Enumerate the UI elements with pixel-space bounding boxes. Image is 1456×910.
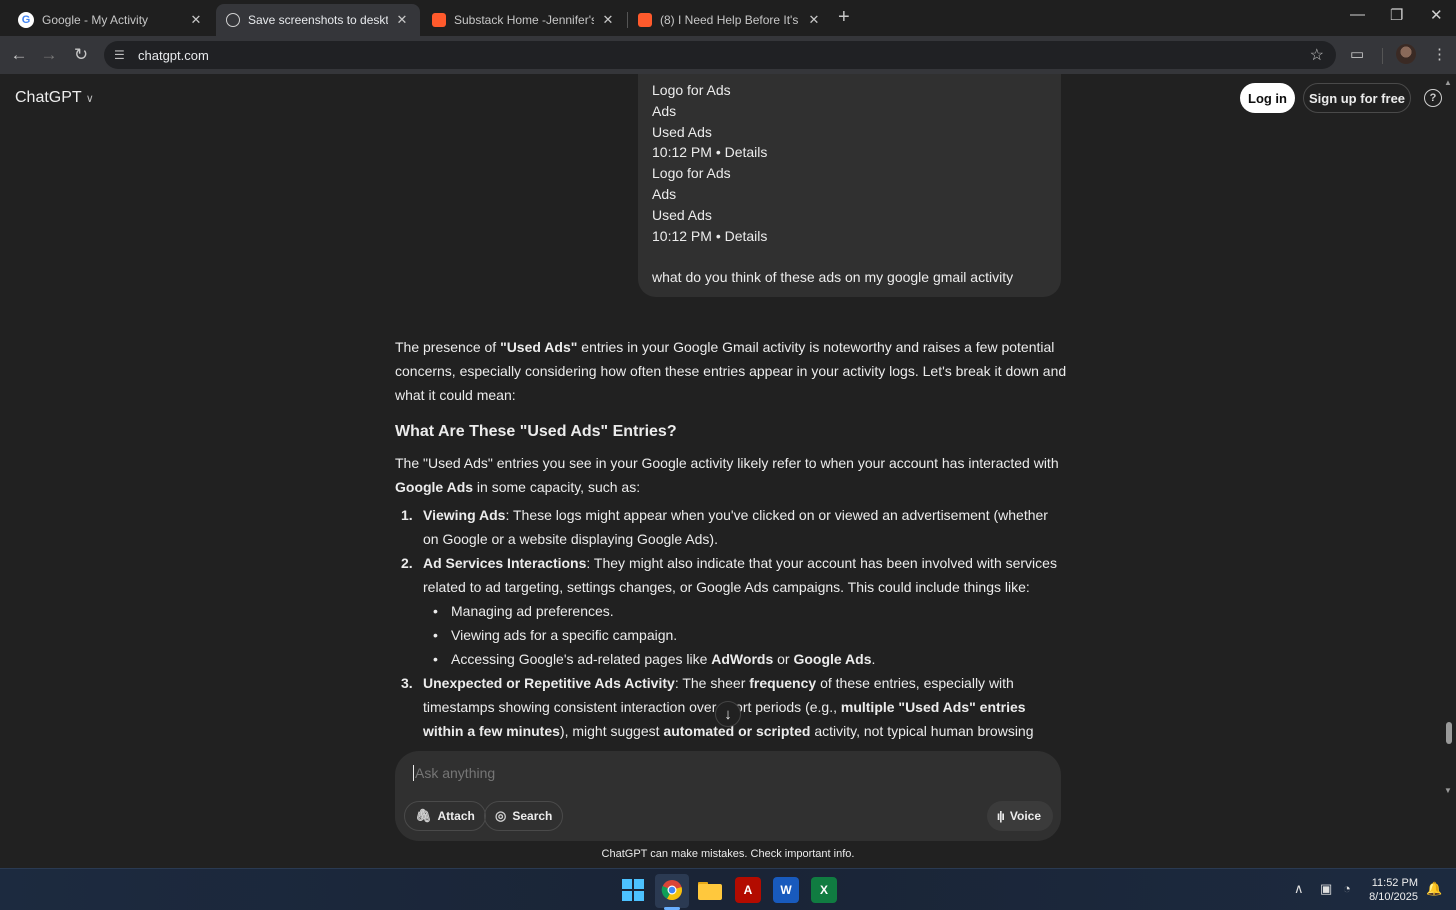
bookmark-star-icon[interactable]: ☆ [1310,45,1324,65]
google-g-icon: G [18,12,34,28]
message-line: Ads [652,102,677,119]
network-icon[interactable]: ▣ [1320,881,1332,897]
profile-avatar[interactable] [1396,44,1416,64]
globe-icon: ◎ [495,808,507,823]
list-item: 1. Viewing Ads: These logs might appear … [401,507,1048,547]
brand-name: ChatGPT [15,89,82,106]
close-tab-icon[interactable]: ✕ [188,12,204,28]
message-line: Used Ads [652,206,712,223]
search-label: Search [512,809,553,823]
bullet-item: Viewing ads for a specific campaign. [423,623,1067,647]
show-hidden-icons-chevron-icon[interactable]: ∧ [1294,881,1304,897]
maximize-icon[interactable]: ❐ [1390,6,1403,24]
help-icon[interactable]: ? [1424,89,1442,107]
model-selector[interactable]: ChatGPT ∨ [15,89,94,107]
file-explorer-icon[interactable] [697,877,723,903]
tab-save-screenshots[interactable]: Save screenshots to desktop ✕ [216,4,420,36]
scroll-up-icon[interactable]: ▲ [1444,78,1452,87]
list-item: 2. Ad Services Interactions: They might … [395,551,1067,671]
notification-bell-icon[interactable]: 🔔 [1426,881,1442,897]
attach-button[interactable]: 🖇 Attach [404,801,486,831]
browser-tab-bar: G Google - My Activity ✕ Save screenshot… [0,0,1456,36]
answer-heading: What Are These "Used Ads" Entries? [395,423,677,440]
address-bar[interactable]: ☰ chatgpt.com ☆ [104,41,1336,69]
disclaimer: ChatGPT can make mistakes. Check importa… [601,848,855,860]
toolbar-divider [1382,48,1383,64]
word-icon[interactable]: W [773,877,799,903]
search-tabs-icon[interactable]: ▭ [1350,45,1364,63]
paperclip-icon: 🖇 [415,808,432,823]
new-tab-button[interactable]: + [838,6,850,29]
windows-taskbar: A W X ∧ ▣ ◔ 11:52 PM 8/10/2025 🔔 [0,868,1456,910]
volume-icon[interactable]: ◔ [1343,881,1351,896]
composer: 🖇 Attach ◎ Search ı|ı Voice [395,751,1061,841]
back-arrow-icon[interactable]: ← [8,44,30,66]
answer-paragraph: The "Used Ads" entries you see in your G… [395,455,1059,495]
scroll-down-arrow-icon[interactable]: ↓ [715,701,741,727]
window-close-icon[interactable]: ✕ [1430,6,1443,24]
menu-dots-icon[interactable]: ⋮ [1432,45,1447,63]
bullet-item: Accessing Google's ad-related pages like… [423,647,1067,671]
close-tab-icon[interactable]: ✕ [394,12,410,28]
user-question: what do you think of these ads on my goo… [652,269,1014,286]
login-button[interactable]: Log in [1240,83,1295,113]
message-line: 10:12 PM • Details [652,144,768,161]
chatgpt-logo-icon [226,13,240,27]
tab-substack-home[interactable]: Substack Home -Jennifer's Subs ✕ [422,4,626,36]
reload-icon[interactable]: ↻ [70,44,92,66]
tab-title: (8) I Need Help Before It's Too L [660,13,800,27]
message-line: Logo for Ads [652,165,731,182]
substack-icon [432,13,446,27]
tab-need-help[interactable]: (8) I Need Help Before It's Too L ✕ [628,4,832,36]
answer-intro: The presence of "Used Ads" entries in yo… [395,339,1067,403]
voice-waveform-icon: ı|ı [996,809,1005,823]
clock-date: 8/10/2025 [1369,891,1418,903]
bullet-list: Managing ad preferences. Viewing ads for… [423,599,1067,671]
excel-icon[interactable]: X [811,877,837,903]
search-button[interactable]: ◎ Search [484,801,564,831]
close-tab-icon[interactable]: ✕ [806,12,822,28]
site-settings-icon[interactable]: ☰ [114,48,130,62]
tab-title: Google - My Activity [42,13,149,27]
assistant-message: The presence of "Used Ads" entries in yo… [395,335,1067,745]
message-line: Used Ads [652,123,712,140]
acrobat-icon[interactable]: A [735,877,761,903]
signup-button[interactable]: Sign up for free [1303,83,1411,113]
clock-time: 11:52 PM [1371,877,1418,889]
prompt-input[interactable] [413,765,973,781]
chevron-down-icon: ∨ [85,93,94,105]
message-line: 10:12 PM • Details [652,227,768,244]
close-tab-icon[interactable]: ✕ [600,12,616,28]
system-clock[interactable]: 11:52 PM 8/10/2025 [1362,876,1418,904]
substack-icon [638,13,652,27]
scroll-down-icon[interactable]: ▼ [1444,786,1452,795]
windows-start-icon[interactable] [620,877,646,903]
bullet-item: Managing ad preferences. [423,599,1067,623]
attach-label: Attach [437,809,475,823]
browser-toolbar: ← → ↻ ☰ chatgpt.com ☆ ▭ ⋮ [0,36,1456,74]
scrollbar-thumb[interactable] [1446,722,1452,744]
message-line: Ads [652,185,677,202]
message-line: Logo for Ads [652,82,731,98]
voice-label: Voice [1009,809,1041,823]
tab-title: Substack Home -Jennifer's Subs [454,13,594,27]
url-text: chatgpt.com [138,47,209,63]
minimize-icon[interactable]: — [1350,6,1365,23]
tab-google-my-activity[interactable]: G Google - My Activity ✕ [8,4,214,36]
tab-title: Save screenshots to desktop [248,13,388,27]
voice-button[interactable]: ı|ı Voice [986,801,1053,831]
forward-arrow-icon[interactable]: → [38,44,60,66]
user-message-bubble: Logo for Ads Ads Used Ads 10:12 PM • Det… [638,74,1061,297]
chrome-icon[interactable] [659,877,685,903]
